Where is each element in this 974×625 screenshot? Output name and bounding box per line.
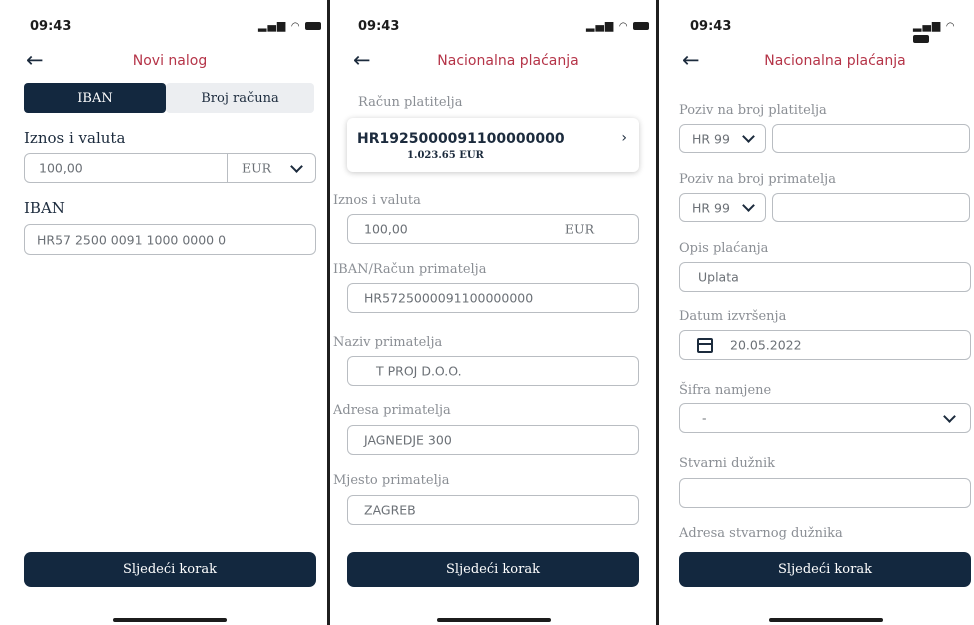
currency-value: EUR (564, 221, 594, 237)
battery-icon (305, 22, 322, 30)
payee-reference-model-select[interactable]: HR 99 (679, 193, 766, 222)
screen-divider (327, 0, 330, 625)
recipient-city-value: ZAGREB (364, 502, 416, 518)
iban-label: IBAN (24, 199, 65, 217)
screen-national-payments: 09:43 ▂▄▆ ◠ ← Nacionalna plaćanja Račun … (333, 0, 655, 625)
screen-national-payments-details: 09:43 ▂▄▆ ◠ ← Nacionalna plaćanja Poziv … (665, 0, 974, 625)
payee-reference-label: Poziv na broj primatelja (679, 172, 836, 187)
payer-account-number: HR1925000091100000000 (357, 131, 565, 147)
signal-icon: ▂▄▆ (258, 19, 287, 32)
back-arrow-icon[interactable]: ← (682, 50, 700, 71)
recipient-address-label: Adresa primatelja (333, 403, 451, 418)
tab-iban[interactable]: IBAN (24, 83, 166, 113)
execution-date-label: Datum izvršenja (679, 309, 787, 324)
page-title: Nacionalna plaćanja (437, 53, 579, 69)
iban-value: HR5725000091100000000 (364, 290, 534, 306)
chevron-down-icon (290, 160, 303, 173)
next-step-button[interactable]: Sljedeći korak (347, 552, 639, 587)
actual-debtor-address-label: Adresa stvarnog dužnika (679, 526, 843, 541)
chevron-down-icon (742, 130, 755, 143)
home-indicator (113, 618, 227, 622)
status-time: 09:43 (690, 19, 732, 34)
status-icons: ▂▄▆ ◠ (258, 19, 322, 32)
home-indicator (437, 618, 551, 622)
payer-reference-input[interactable] (772, 124, 970, 153)
page-title: Nacionalna plaćanja (764, 53, 906, 69)
next-step-button[interactable]: Sljedeći korak (24, 552, 316, 587)
payee-reference-input[interactable] (772, 193, 970, 222)
signal-icon: ▂▄▆ (913, 19, 942, 32)
actual-debtor-input[interactable] (679, 478, 971, 508)
home-indicator (769, 618, 883, 622)
recipient-name-input[interactable]: T PROJ D.O.O. (347, 356, 639, 386)
chevron-down-icon (742, 199, 755, 212)
status-time: 09:43 (30, 19, 72, 34)
payer-account-balance: 1.023.65 EUR (407, 150, 484, 161)
execution-date-value: 20.05.2022 (730, 337, 802, 353)
description-value: Uplata (698, 269, 739, 285)
screen-new-order: 09:43 ▂▄▆ ◠ ← Novi nalog IBAN Broj račun… (0, 0, 326, 625)
amount-input[interactable]: 100,00 EUR (347, 214, 639, 244)
wifi-icon: ◠ (945, 21, 956, 32)
payer-account-card[interactable]: HR1925000091100000000 1.023.65 EUR › (347, 118, 639, 172)
next-step-button[interactable]: Sljedeći korak (679, 552, 971, 587)
amount-value: 100,00 (364, 221, 408, 237)
amount-input[interactable]: 100,00 (24, 153, 228, 183)
wifi-icon: ◠ (290, 21, 301, 32)
tab-account-number[interactable]: Broj računa (166, 83, 314, 113)
currency-select[interactable]: EUR (227, 153, 316, 183)
recipient-address-value: JAGNEDJE 300 (364, 432, 452, 448)
battery-icon (633, 22, 650, 30)
chevron-right-icon: › (621, 130, 627, 146)
iban-label: IBAN/Račun primatelja (333, 262, 487, 277)
back-arrow-icon[interactable]: ← (26, 50, 44, 71)
iban-input[interactable]: HR57 2500 0091 1000 0000 0 (24, 224, 316, 255)
calendar-icon (697, 338, 713, 353)
recipient-city-label: Mjesto primatelja (333, 473, 450, 488)
purpose-code-label: Šifra namjene (679, 383, 772, 398)
iban-value: HR57 2500 0091 1000 0000 0 (37, 232, 227, 247)
back-arrow-icon[interactable]: ← (353, 50, 371, 71)
payer-reference-model-select[interactable]: HR 99 (679, 124, 766, 153)
amount-label: Iznos i valuta (333, 193, 421, 208)
payer-reference-model: HR 99 (692, 131, 730, 146)
payer-account-label: Račun platitelja (358, 95, 463, 110)
iban-input[interactable]: HR5725000091100000000 (347, 283, 639, 313)
recipient-address-input[interactable]: JAGNEDJE 300 (347, 425, 639, 455)
purpose-code-select[interactable]: - (679, 403, 971, 433)
payer-reference-label: Poziv na broj platitelja (679, 103, 827, 118)
signal-icon: ▂▄▆ (586, 19, 615, 32)
recipient-name-value: T PROJ D.O.O. (376, 363, 462, 379)
battery-icon (913, 35, 929, 43)
recipient-name-label: Naziv primatelja (333, 335, 443, 350)
status-time: 09:43 (358, 19, 400, 34)
page-title: Novi nalog (132, 53, 208, 69)
actual-debtor-label: Stvarni dužnik (679, 456, 776, 471)
chevron-down-icon (943, 410, 956, 423)
execution-date-input[interactable]: 20.05.2022 (679, 330, 971, 360)
description-label: Opis plaćanja (679, 241, 769, 256)
recipient-city-input[interactable]: ZAGREB (347, 495, 639, 525)
screen-divider (656, 0, 659, 625)
wifi-icon: ◠ (618, 21, 629, 32)
currency-value: EUR (242, 160, 272, 176)
description-input[interactable]: Uplata (679, 262, 971, 292)
purpose-code-value: - (702, 410, 707, 426)
payee-reference-model: HR 99 (692, 200, 730, 215)
amount-value: 100,00 (39, 160, 83, 176)
amount-label: Iznos i valuta (24, 129, 126, 147)
status-icons: ▂▄▆ ◠ (586, 19, 650, 32)
status-icons: ▂▄▆ ◠ (913, 19, 974, 45)
